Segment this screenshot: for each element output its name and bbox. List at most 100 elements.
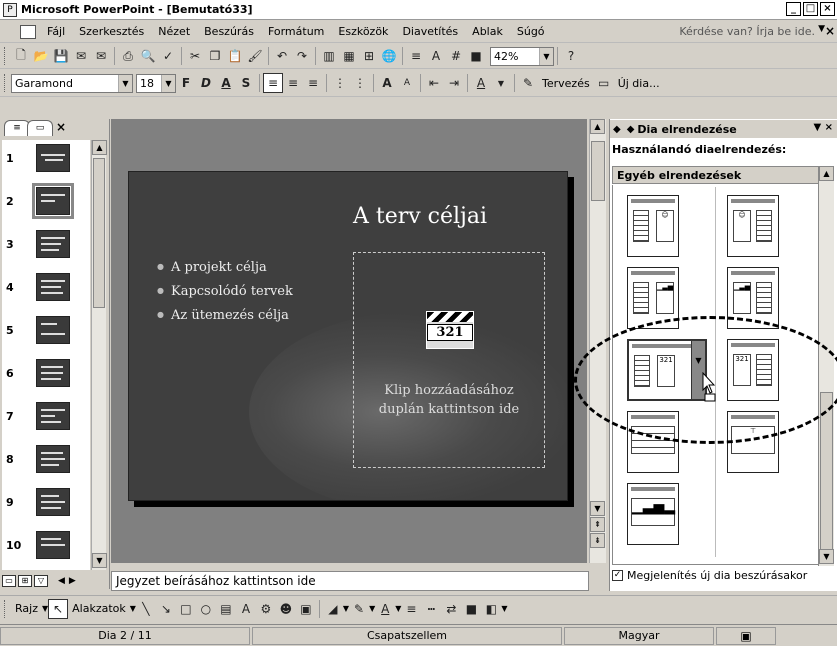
- scroll-thumb[interactable]: [820, 392, 833, 552]
- layout-text-media-clip-hovered[interactable]: 321 ▼: [627, 339, 707, 401]
- show-on-insert-option[interactable]: ✓ Megjelenítés új dia beszúrásakor: [612, 569, 807, 582]
- insert-chart-icon[interactable]: ▥: [319, 46, 339, 66]
- menu-slideshow[interactable]: Diavetítés: [395, 25, 465, 38]
- clipart-icon[interactable]: ☻: [276, 599, 296, 619]
- slide-thumbnail-selected[interactable]: 2: [2, 183, 90, 221]
- menu-help[interactable]: Súgó: [510, 25, 552, 38]
- menu-edit[interactable]: Szerkesztés: [72, 25, 151, 38]
- design-icon[interactable]: ✎: [518, 73, 538, 93]
- menu-file[interactable]: Fájl: [40, 25, 72, 38]
- restore-button[interactable]: □: [803, 2, 818, 16]
- scroll-thumb[interactable]: [93, 158, 105, 308]
- slide-thumbnail[interactable]: 4: [2, 269, 90, 307]
- insert-table-icon[interactable]: ▦: [339, 46, 359, 66]
- decrease-indent-icon[interactable]: ⇤: [424, 73, 444, 93]
- layout-table[interactable]: [627, 411, 679, 473]
- help-icon[interactable]: ?: [561, 46, 581, 66]
- line-style-icon[interactable]: ≡: [401, 599, 421, 619]
- 3d-style-icon[interactable]: ◧: [481, 599, 501, 619]
- menu-insert[interactable]: Beszúrás: [197, 25, 261, 38]
- slide-thumbnail[interactable]: 10: [2, 527, 90, 565]
- chevron-down-icon[interactable]: ▼: [118, 74, 132, 92]
- layout-text-chart[interactable]: ▁▃▅: [627, 267, 679, 329]
- oval-icon[interactable]: ○: [196, 599, 216, 619]
- tables-borders-icon[interactable]: ⊞: [359, 46, 379, 66]
- powerpoint-app-icon[interactable]: P: [3, 2, 17, 17]
- scroll-down-icon[interactable]: ▼: [819, 549, 834, 564]
- shadow-style-icon[interactable]: ■: [461, 599, 481, 619]
- arrow-style-icon[interactable]: ⇄: [441, 599, 461, 619]
- select-objects-icon[interactable]: ↖: [48, 598, 69, 619]
- shadow-button[interactable]: S: [236, 73, 256, 93]
- align-left-icon[interactable]: ≡: [263, 73, 283, 93]
- spelling-icon[interactable]: ✓: [158, 46, 178, 66]
- slides-scrollbar[interactable]: ▲ ▼: [91, 140, 107, 570]
- slide-thumbnail[interactable]: 9: [2, 484, 90, 522]
- clapperboard-icon[interactable]: 321: [426, 311, 474, 349]
- menu-view[interactable]: Nézet: [151, 25, 197, 38]
- cut-icon[interactable]: ✂: [185, 46, 205, 66]
- scroll-right-icon[interactable]: ▶: [69, 576, 76, 586]
- slide-thumbnail[interactable]: 3: [2, 226, 90, 264]
- scroll-thumb[interactable]: [591, 141, 605, 201]
- slide[interactable]: A terv céljai A projekt célja Kapcsolódó…: [128, 171, 568, 501]
- previous-slide-icon[interactable]: ⇞: [590, 517, 605, 532]
- next-slide-icon[interactable]: ⇟: [590, 533, 605, 548]
- redo-icon[interactable]: ↷: [292, 46, 312, 66]
- increase-indent-icon[interactable]: ⇥: [444, 73, 464, 93]
- diagram-icon[interactable]: ⚙: [256, 599, 276, 619]
- line-color-icon[interactable]: ✎: [349, 599, 369, 619]
- scroll-down-icon[interactable]: ▼: [590, 501, 605, 516]
- autoshapes-menu[interactable]: Alakzatok: [68, 602, 130, 615]
- forward-icon[interactable]: ◆: [627, 124, 635, 135]
- clip-placeholder[interactable]: 321 Klip hozzáadásához duplán kattintson…: [353, 252, 545, 468]
- bullets-icon[interactable]: ⋮: [350, 73, 370, 93]
- line-icon[interactable]: ╲: [136, 599, 156, 619]
- show-on-insert-checkbox[interactable]: ✓: [612, 570, 623, 581]
- arrow-icon[interactable]: ↘: [156, 599, 176, 619]
- decrease-font-icon[interactable]: A: [397, 73, 417, 93]
- align-center-icon[interactable]: ≡: [283, 73, 303, 93]
- scroll-up-icon[interactable]: ▲: [819, 166, 834, 181]
- close-pane-icon[interactable]: ×: [56, 120, 70, 138]
- slide-thumbnail[interactable]: 7: [2, 398, 90, 436]
- increase-font-icon[interactable]: A: [377, 73, 397, 93]
- zoom-select[interactable]: 42% ▼: [490, 46, 554, 66]
- notes-pane[interactable]: Jegyzet beírásához kattintson ide: [111, 571, 589, 591]
- underline-button[interactable]: A: [216, 73, 236, 93]
- font-select[interactable]: Garamond ▼: [11, 73, 133, 93]
- minimize-button[interactable]: _: [786, 2, 801, 16]
- layout-org-chart[interactable]: ⊤: [727, 411, 779, 473]
- numbering-icon[interactable]: ⋮: [330, 73, 350, 93]
- new-slide-icon[interactable]: ▭: [594, 73, 614, 93]
- close-document-icon[interactable]: ×: [825, 24, 835, 38]
- slide-sorter-view-icon[interactable]: ⊞: [18, 575, 32, 587]
- draw-menu[interactable]: Rajz: [11, 602, 42, 615]
- slide-scrollbar[interactable]: ▲ ▼ ⇞ ⇟: [589, 119, 606, 563]
- task-pane-title[interactable]: Dia elrendezése: [637, 123, 736, 136]
- undo-icon[interactable]: ↶: [272, 46, 292, 66]
- align-right-icon[interactable]: ≡: [303, 73, 323, 93]
- help-question-box[interactable]: Kérdése van? Írja be ide.: [679, 25, 815, 38]
- task-pane-scrollbar[interactable]: ▲ ▼: [818, 166, 834, 566]
- copy-icon[interactable]: ❐: [205, 46, 225, 66]
- scroll-up-icon[interactable]: ▲: [92, 140, 107, 155]
- chevron-down-icon[interactable]: ▼: [501, 604, 507, 613]
- toolbar-grip[interactable]: [4, 599, 7, 618]
- bold-button[interactable]: F: [176, 73, 196, 93]
- slide-title[interactable]: A terv céljai: [129, 204, 567, 229]
- scroll-left-icon[interactable]: ◀: [58, 576, 65, 586]
- email-icon[interactable]: ✉: [91, 46, 111, 66]
- back-icon[interactable]: ◆: [613, 124, 621, 135]
- layout-dropdown-button[interactable]: ▼: [691, 341, 705, 399]
- close-icon[interactable]: ▼ ×: [813, 122, 833, 133]
- new-icon[interactable]: 🗋: [11, 46, 31, 66]
- close-button[interactable]: ×: [820, 2, 835, 16]
- font-color-icon[interactable]: A: [375, 599, 395, 619]
- paste-icon[interactable]: 📋: [225, 46, 245, 66]
- save-icon[interactable]: 💾: [51, 46, 71, 66]
- slide-thumbnail[interactable]: 1: [2, 140, 90, 178]
- font-color-icon[interactable]: A: [471, 73, 491, 93]
- new-slide-button[interactable]: Új dia...: [614, 77, 664, 90]
- print-icon[interactable]: ⎙: [118, 46, 138, 66]
